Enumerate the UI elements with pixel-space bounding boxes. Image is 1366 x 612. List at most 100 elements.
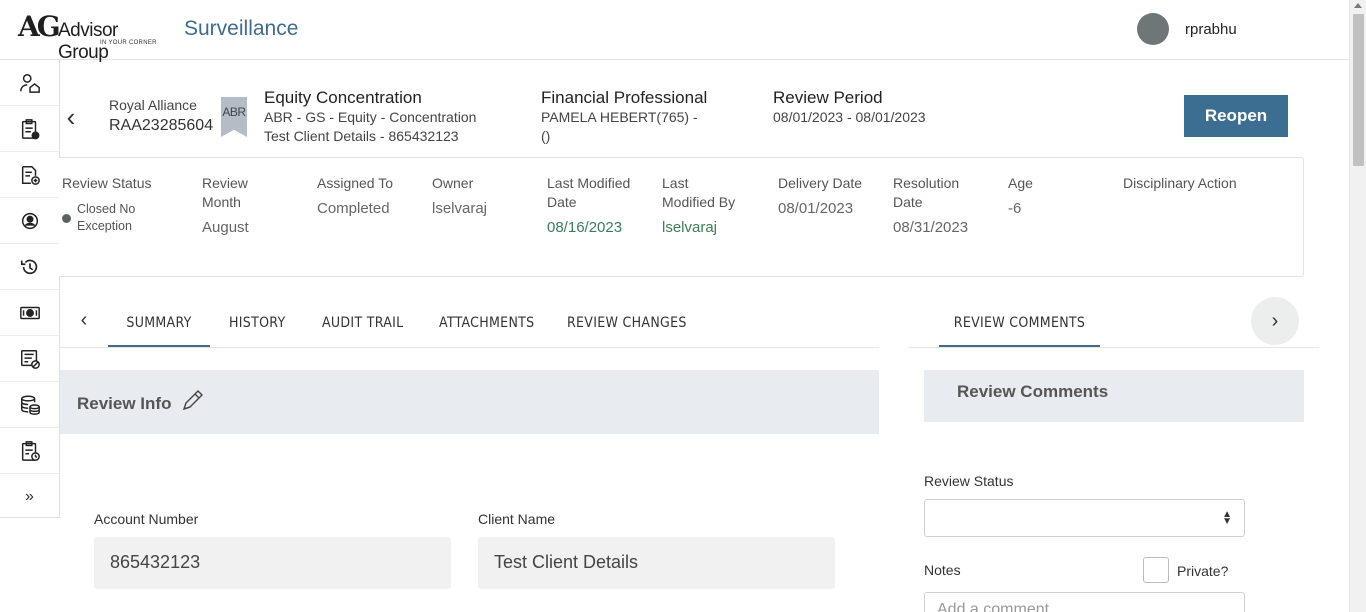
comment-textarea[interactable]: Add a comment — [924, 592, 1245, 612]
document-add-icon — [21, 165, 40, 185]
nav-item-blocked-list[interactable] — [0, 336, 59, 382]
app-title: Surveillance — [184, 17, 299, 40]
fp-value: PAMELA HEBERT(765) - — [541, 109, 698, 125]
meta-review-status: Review Status Closed No Exception — [62, 174, 162, 235]
nav-item-new-document[interactable] — [0, 152, 59, 198]
reopen-button[interactable]: Reopen — [1184, 95, 1288, 137]
logo-tagline: IN YOUR CORNER — [100, 40, 157, 46]
case-meta-panel: Review Status Closed No Exception Review… — [59, 157, 1304, 277]
user-home-icon — [19, 73, 40, 93]
tabs-scroll-right-icon[interactable]: › — [1251, 297, 1299, 345]
back-chevron-icon[interactable]: ‹ — [60, 100, 82, 134]
meta-value: lselvaraj — [662, 219, 718, 236]
private-checkbox[interactable] — [1143, 557, 1169, 583]
scroll-thumb[interactable] — [1353, 14, 1364, 166]
meta-label: Last Modified Date — [547, 175, 631, 210]
meta-label: Delivery Date — [778, 175, 863, 191]
meta-label: Last Modified By — [662, 175, 736, 210]
logo-mark: AG — [18, 10, 61, 43]
history-icon — [20, 259, 37, 274]
nav-item-history[interactable] — [0, 244, 59, 290]
meta-review-month: Review Month August — [202, 174, 282, 236]
client-name-field[interactable]: Test Client Details — [478, 537, 835, 589]
meta-disciplinary-action: Disciplinary Action — [1123, 174, 1273, 200]
notes-label: Notes — [924, 562, 961, 578]
user-circle-icon — [21, 212, 38, 229]
nav-item-money[interactable] — [0, 290, 59, 336]
meta-assigned-to: Assigned To Completed — [317, 174, 397, 217]
review-status-select[interactable]: ▲ ▼ — [924, 499, 1245, 537]
private-label: Private? — [1177, 563, 1229, 579]
nav-item-users-home[interactable] — [0, 60, 59, 106]
fp-value-2: () — [541, 128, 551, 144]
tabs-divider — [60, 347, 879, 348]
meta-label: Assigned To — [317, 175, 394, 191]
meta-value: Completed — [317, 200, 390, 217]
meta-value: August — [202, 219, 249, 236]
meta-label: Owner — [432, 175, 474, 191]
review-status-label: Review Status — [924, 473, 1014, 489]
scroll-up-arrow-icon[interactable] — [1354, 3, 1362, 8]
meta-label: Review Month — [202, 175, 248, 210]
meta-value: -6 — [1008, 200, 1022, 217]
list-blocked-icon — [20, 349, 40, 369]
nav-item-reviews[interactable] — [0, 106, 59, 152]
avatar[interactable] — [1137, 13, 1169, 45]
tab-review-comments[interactable]: REVIEW COMMENTS — [939, 307, 1100, 347]
side-nav: » — [0, 60, 60, 518]
review-period-value: 08/01/2023 - 08/01/2023 — [773, 109, 926, 125]
tab-audit-trail[interactable]: AUDIT TRAIL — [322, 307, 403, 347]
review-period-label: Review Period — [773, 88, 883, 107]
money-icon — [19, 306, 40, 319]
fp-label: Financial Professional — [541, 88, 708, 107]
page-scrollbar[interactable] — [1349, 0, 1366, 612]
status-row: Closed No Exception — [62, 201, 162, 235]
meta-value: 08/31/2023 — [893, 219, 969, 236]
meta-age: Age -6 — [1008, 174, 1088, 217]
review-info-title: Review Info — [77, 394, 172, 413]
tab-attachments[interactable]: ATTACHMENTS — [439, 307, 534, 347]
select-caret-icon: ▲ ▼ — [1222, 509, 1232, 527]
meta-label: Age — [1008, 175, 1033, 191]
username[interactable]: rprabhu — [1185, 21, 1237, 38]
review-info-header: Review Info — [60, 370, 879, 434]
meta-delivery-date: Delivery Date 08/01/2023 — [778, 174, 888, 217]
meta-label: Resolution Date — [893, 175, 960, 210]
account-number-field[interactable]: 865432123 — [94, 537, 451, 589]
pencil-edit-icon[interactable] — [180, 387, 206, 413]
firm-name: Royal Alliance — [109, 97, 197, 113]
nav-item-profile[interactable] — [0, 198, 59, 244]
meta-value: 08/01/2023 — [778, 200, 854, 217]
meta-last-modified-date: Last Modified Date 08/16/2023 — [547, 174, 637, 236]
tab-history[interactable]: HISTORY — [229, 307, 285, 347]
meta-label: Review Status — [62, 175, 152, 191]
meta-last-modified-by: Last Modified By lselvaraj — [662, 174, 742, 236]
clipboard-clock-icon — [21, 440, 40, 461]
meta-value: lselvaraj — [432, 200, 488, 217]
tabs-scroll-left-icon[interactable]: ‹ — [72, 308, 96, 332]
meta-label: Disciplinary Action — [1123, 175, 1237, 191]
account-number-label: Account Number — [94, 511, 199, 527]
meta-value: 08/16/2023 — [547, 219, 623, 236]
review-comments-header: Review Comments — [924, 370, 1304, 422]
database-coins-icon — [20, 395, 40, 415]
right-tabs-divider — [909, 347, 1319, 348]
meta-resolution-date: Resolution Date 08/31/2023 — [893, 174, 983, 236]
advisor-group-logo[interactable]: AG Advisor Group IN YOUR CORNER — [18, 10, 168, 63]
nav-item-database[interactable] — [0, 382, 59, 428]
meta-value: Closed No Exception — [77, 202, 136, 233]
status-dot-icon — [62, 213, 71, 223]
nav-item-scheduled[interactable] — [0, 428, 59, 474]
case-title: Equity Concentration — [264, 88, 422, 107]
expand-nav-icon[interactable]: » — [0, 474, 59, 520]
clipboard-check-icon — [21, 118, 39, 139]
client-name-label: Client Name — [478, 511, 556, 527]
tab-review-changes[interactable]: REVIEW CHANGES — [567, 307, 687, 347]
top-header: AG Advisor Group IN YOUR CORNER Surveill… — [0, 0, 1349, 63]
tab-summary[interactable]: SUMMARY — [108, 307, 210, 347]
abr-badge: ABR — [221, 97, 247, 137]
meta-owner: Owner lselvaraj — [432, 174, 532, 217]
case-subtitle-2: Test Client Details - 865432123 — [264, 128, 459, 144]
review-comments-title: Review Comments — [957, 382, 1109, 401]
case-subtitle-1: ABR - GS - Equity - Concentration — [264, 109, 477, 125]
